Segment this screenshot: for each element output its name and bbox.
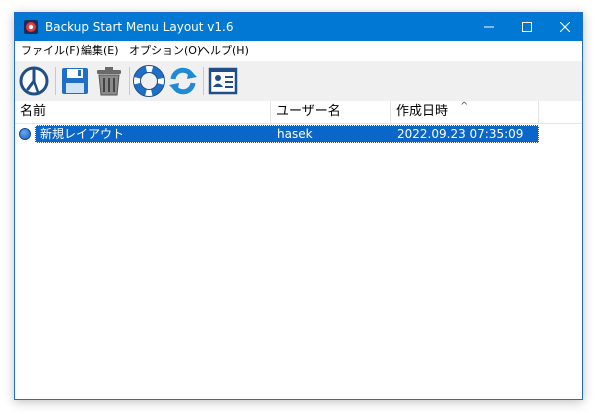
close-button[interactable] — [546, 13, 584, 41]
layout-list[interactable]: 名前 ユーザー名 作成日時 ^ 新規レイアウト hasek 2022.09.23… — [15, 101, 582, 399]
app-window: Backup Start Menu Layout v1.6 ファイル(F) 編集… — [14, 12, 583, 400]
cell-name: 新規レイアウト — [40, 127, 125, 141]
trash-icon[interactable] — [93, 65, 125, 97]
title-bar[interactable]: Backup Start Menu Layout v1.6 — [15, 13, 582, 41]
toolbar-separator — [55, 67, 56, 95]
maximize-icon — [522, 22, 532, 32]
menu-bar: ファイル(F) 編集(E) オプション(O) ヘルプ(H) — [15, 41, 582, 61]
cell-user: hasek — [277, 127, 313, 141]
menu-edit[interactable]: 編集(E) — [81, 44, 119, 58]
menu-file[interactable]: ファイル(F) — [21, 44, 80, 58]
column-header-user[interactable]: ユーザー名 — [271, 101, 391, 123]
list-header: 名前 ユーザー名 作成日時 ^ — [15, 101, 582, 124]
sort-indicator-icon: ^ — [460, 101, 469, 112]
layout-icon — [19, 128, 31, 140]
column-header-name[interactable]: 名前 — [15, 101, 271, 123]
backup-clock-icon[interactable] — [18, 65, 50, 97]
toolbar — [15, 61, 582, 101]
lifebuoy-icon[interactable] — [133, 65, 165, 97]
minimize-button[interactable] — [470, 13, 508, 41]
refresh-icon[interactable] — [167, 65, 199, 97]
save-icon[interactable] — [59, 65, 91, 97]
table-row[interactable]: 新規レイアウト hasek 2022.09.23 07:35:09 — [15, 125, 539, 143]
maximize-button[interactable] — [508, 13, 546, 41]
id-card-icon[interactable] — [207, 65, 239, 97]
cell-created: 2022.09.23 07:35:09 — [397, 127, 524, 141]
app-icon — [23, 19, 39, 35]
minimize-icon — [484, 26, 494, 28]
toolbar-separator — [129, 67, 130, 95]
menu-options[interactable]: オプション(O) — [129, 44, 201, 58]
close-icon — [560, 22, 570, 32]
toolbar-separator — [203, 67, 204, 95]
menu-help[interactable]: ヘルプ(H) — [199, 44, 249, 58]
window-title: Backup Start Menu Layout v1.6 — [45, 20, 234, 34]
